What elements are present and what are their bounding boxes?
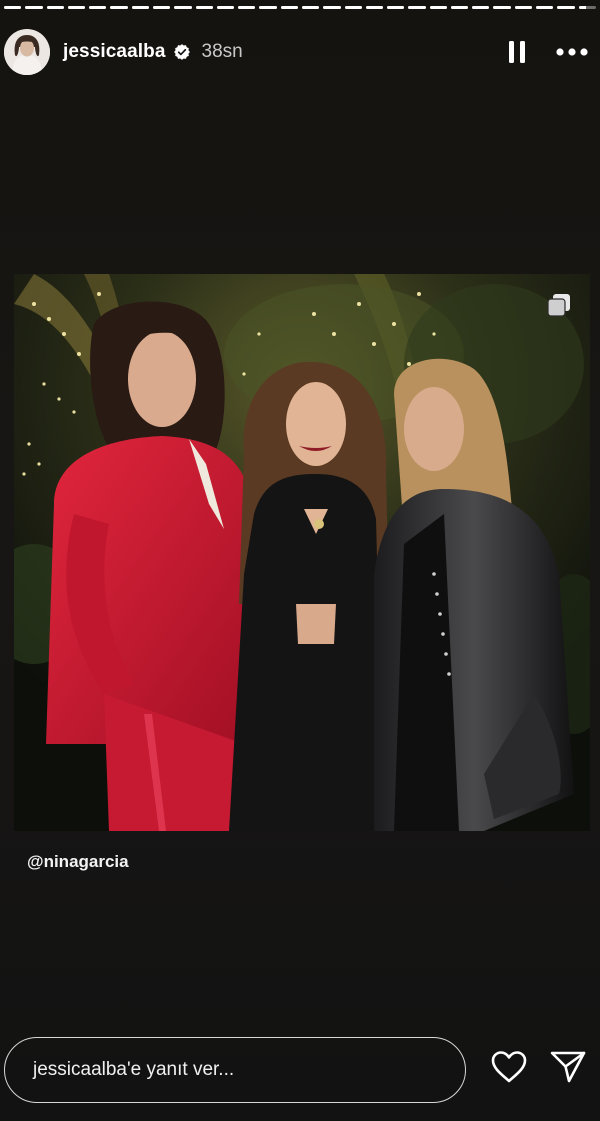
progress-segment [259, 6, 277, 9]
story-progress [4, 6, 596, 9]
progress-segment [344, 6, 362, 9]
progress-segment [450, 6, 469, 9]
progress-fill [25, 6, 43, 9]
progress-segment [89, 6, 107, 9]
progress-segment [301, 6, 320, 9]
username[interactable]: jessicaalba [63, 41, 166, 63]
progress-fill [472, 6, 490, 9]
progress-fill [195, 6, 213, 9]
post-time: 38sn [201, 41, 243, 62]
progress-fill [259, 6, 277, 9]
mention-caption[interactable]: @ninagarcia [27, 852, 129, 872]
progress-segment [514, 6, 533, 9]
progress-segment [578, 6, 596, 9]
progress-segment [536, 6, 554, 9]
progress-fill [365, 6, 384, 9]
progress-fill [408, 6, 426, 9]
reply-placeholder: jessicaalba'e yanıt ver... [33, 1059, 235, 1080]
progress-fill [301, 6, 320, 9]
heart-icon[interactable] [490, 1050, 528, 1084]
avatar[interactable] [4, 29, 50, 75]
story-photo[interactable] [14, 274, 590, 831]
progress-segment [174, 6, 192, 9]
progress-segment [280, 6, 298, 9]
progress-fill [110, 6, 128, 9]
progress-fill [578, 6, 586, 9]
progress-fill [429, 6, 447, 9]
progress-segment [4, 6, 22, 9]
progress-fill [536, 6, 554, 9]
progress-fill [4, 6, 22, 9]
progress-segment [216, 6, 235, 9]
progress-segment [557, 6, 575, 9]
progress-fill [46, 6, 64, 9]
progress-segment [25, 6, 43, 9]
progress-fill [344, 6, 362, 9]
progress-segment [365, 6, 384, 9]
progress-fill [557, 6, 575, 9]
progress-segment [67, 6, 86, 9]
carousel-icon [546, 292, 572, 318]
progress-segment [472, 6, 490, 9]
progress-fill [238, 6, 256, 9]
progress-segment [408, 6, 426, 9]
progress-fill [89, 6, 107, 9]
progress-fill [152, 6, 171, 9]
progress-fill [493, 6, 511, 9]
verified-badge-icon [173, 44, 190, 60]
reply-input[interactable]: jessicaalba'e yanıt ver... [4, 1037, 466, 1103]
progress-fill [174, 6, 192, 9]
progress-fill [216, 6, 235, 9]
progress-fill [323, 6, 341, 9]
progress-segment [323, 6, 341, 9]
progress-fill [450, 6, 469, 9]
progress-segment [387, 6, 405, 9]
progress-fill [280, 6, 298, 9]
progress-fill [514, 6, 533, 9]
progress-segment [152, 6, 171, 9]
progress-segment [238, 6, 256, 9]
progress-fill [67, 6, 86, 9]
progress-segment [493, 6, 511, 9]
story-viewer: jessicaalba 38sn @ninagarcia jessicaalba… [0, 0, 600, 1121]
story-header: jessicaalba 38sn [4, 26, 588, 78]
pause-icon[interactable] [508, 40, 526, 64]
send-icon[interactable] [550, 1050, 586, 1084]
progress-segment [429, 6, 447, 9]
progress-segment [195, 6, 213, 9]
progress-fill [131, 6, 149, 9]
progress-segment [46, 6, 64, 9]
more-options-icon[interactable] [556, 48, 588, 56]
progress-fill [387, 6, 405, 9]
progress-segment [110, 6, 128, 9]
progress-segment [131, 6, 149, 9]
